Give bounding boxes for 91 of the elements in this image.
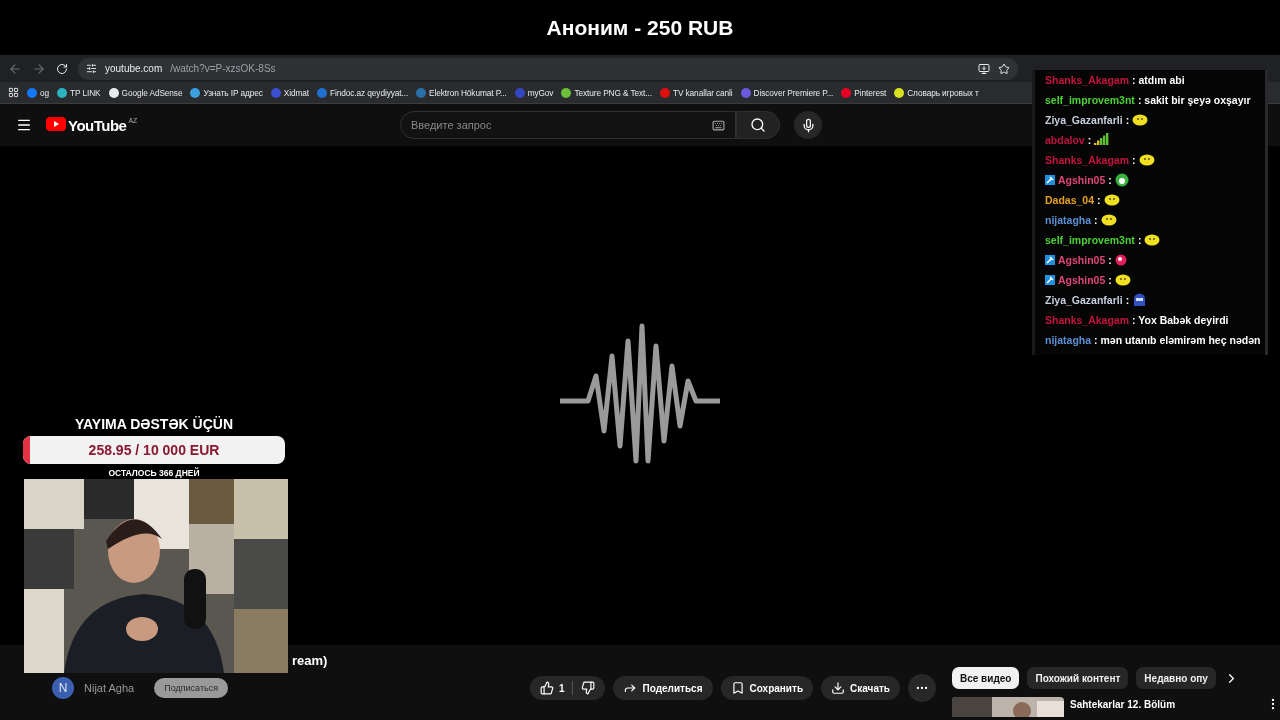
share-icon xyxy=(623,681,638,695)
chat-message: : xyxy=(1108,174,1112,186)
recommended-video-title[interactable]: Sahtekarlar 12. Bölüm xyxy=(1070,699,1260,710)
chat-username: self_improvem3nt xyxy=(1045,94,1135,106)
chat-message: : xyxy=(1132,154,1136,166)
forward-icon[interactable] xyxy=(32,61,46,76)
bookmark-link[interactable]: TV kanallar canli xyxy=(659,87,733,98)
site-info-icon[interactable] xyxy=(86,63,97,74)
chat-username: self_improvem3nt xyxy=(1045,234,1135,246)
reload-icon[interactable] xyxy=(56,62,68,75)
download-icon xyxy=(831,681,846,695)
chat-message: : sakit bir şeyə oxşayır xyxy=(1137,94,1251,106)
address-bar[interactable]: youtube.com /watch?v=P-xzsOK-8Ss xyxy=(78,57,1018,80)
bars-emote-icon xyxy=(1094,133,1111,147)
chat-username: abdalov xyxy=(1045,134,1085,146)
chat-message: : mən utanıb eləmirəm heç nədən xyxy=(1094,334,1261,346)
chat-message: : xyxy=(1108,274,1112,286)
donation-amount: 258.95 / 10 000 EUR xyxy=(88,442,220,458)
chat-message: : xyxy=(1094,214,1098,226)
download-button[interactable]: Скачать xyxy=(821,676,900,700)
chat-username: Agshin05 xyxy=(1058,254,1106,266)
chat-message: : Yox Babək deyirdi xyxy=(1132,314,1229,326)
chat-username: Shanks_Akagam xyxy=(1045,154,1130,166)
like-dislike-button[interactable]: 1 xyxy=(529,676,606,700)
search-button[interactable] xyxy=(736,111,780,139)
channel-name[interactable]: Nijat Agha xyxy=(84,682,135,694)
emote-icon xyxy=(1114,274,1131,286)
bookmark-link[interactable]: og xyxy=(27,87,50,98)
emote-icon xyxy=(1144,234,1161,246)
emote-icon xyxy=(1132,114,1149,126)
thumbs-up-icon xyxy=(539,681,554,695)
chat-username: nijatagha xyxy=(1045,334,1092,346)
bookmark-link[interactable]: TP LINK xyxy=(57,87,101,98)
menu-icon[interactable] xyxy=(16,117,32,133)
emote-icon xyxy=(1100,214,1117,226)
url-host: youtube.com xyxy=(105,63,163,74)
filter-chip[interactable]: Все видео xyxy=(952,667,1020,689)
chat-username: Shanks_Akagam xyxy=(1045,314,1130,326)
bookmark-link[interactable]: Словарь игровых т xyxy=(894,87,979,98)
chat-username: Ziya_Gazanfarli xyxy=(1045,114,1123,126)
subscribe-button[interactable]: Подписаться xyxy=(154,678,229,698)
stream-title: Аноним - 250 RUB xyxy=(546,15,734,40)
bookmark-link[interactable]: Google AdSense xyxy=(108,87,183,98)
chat-username: Shanks_Akagam xyxy=(1045,74,1130,86)
share-button[interactable]: Поделиться xyxy=(613,676,713,700)
youtube-wordmark[interactable]: YouTube xyxy=(68,116,127,134)
like-count: 1 xyxy=(558,682,565,694)
chat-message: : xyxy=(1087,134,1092,146)
orb-emote-icon xyxy=(1114,254,1127,266)
microphone-icon xyxy=(800,117,816,133)
filter-chip[interactable]: Недавно опу xyxy=(1136,667,1216,689)
chat-username: Dadas_04 xyxy=(1045,194,1095,206)
emote-icon xyxy=(1138,154,1155,166)
youtube-logo-icon[interactable] xyxy=(46,116,66,131)
chat-message: : xyxy=(1137,234,1142,246)
filter-chip[interactable]: Похожий контент xyxy=(1027,667,1129,689)
search-field[interactable]: Введите запрос xyxy=(400,111,736,139)
chat-username: nijatagha xyxy=(1045,214,1092,226)
bookmark-link[interactable]: Xidmat xyxy=(270,87,310,98)
chat-message: : xyxy=(1108,254,1112,266)
install-app-icon[interactable] xyxy=(978,62,990,75)
save-icon xyxy=(730,681,745,695)
chat-username: Agshin05 xyxy=(1058,274,1106,286)
voice-search-button[interactable] xyxy=(794,111,822,139)
bookmark-star-icon[interactable] xyxy=(998,62,1010,75)
bookmark-link[interactable]: Texture PNG & Text... xyxy=(561,87,652,98)
chat-message: : atdım abi xyxy=(1132,74,1185,86)
bookmark-link[interactable]: myGov xyxy=(514,87,554,98)
emote-icon xyxy=(1103,194,1120,206)
bookmark-link[interactable]: Discover Premiere P... xyxy=(740,87,834,98)
thumbs-down-icon xyxy=(581,681,596,695)
chat-message: : xyxy=(1097,194,1101,206)
bookmark-link[interactable]: Elektron Hökumat P... xyxy=(416,87,507,98)
search-icon xyxy=(750,117,766,133)
chat-username: Ziya_Gazanfarli xyxy=(1045,294,1123,306)
bookmark-link[interactable]: Pinterest xyxy=(841,87,887,98)
chat-message: : xyxy=(1125,294,1130,306)
donation-goal-title: YAYIMA DƏSTƏK ÜÇÜN xyxy=(75,416,233,432)
bookmark-link[interactable]: Findoc.az qeydiyyat... xyxy=(317,87,409,98)
chat-message: : xyxy=(1125,114,1130,126)
save-button[interactable]: Сохранить xyxy=(720,676,814,700)
chat-username: Agshin05 xyxy=(1058,174,1106,186)
bookmark-link[interactable]: Узнать IP адрес xyxy=(190,87,263,98)
days-remaining: ОСТАЛОСЬ 366 ДНЕЙ xyxy=(108,468,200,478)
back-icon[interactable] xyxy=(8,61,22,76)
apps-icon[interactable] xyxy=(8,87,19,98)
channel-avatar[interactable]: N xyxy=(52,677,74,699)
url-path: /watch?v=P-xzsOK-8Ss xyxy=(170,63,277,74)
robot-emote-icon xyxy=(1132,293,1148,307)
video-title: ream) xyxy=(292,653,329,668)
keyboard-icon[interactable] xyxy=(712,118,725,132)
